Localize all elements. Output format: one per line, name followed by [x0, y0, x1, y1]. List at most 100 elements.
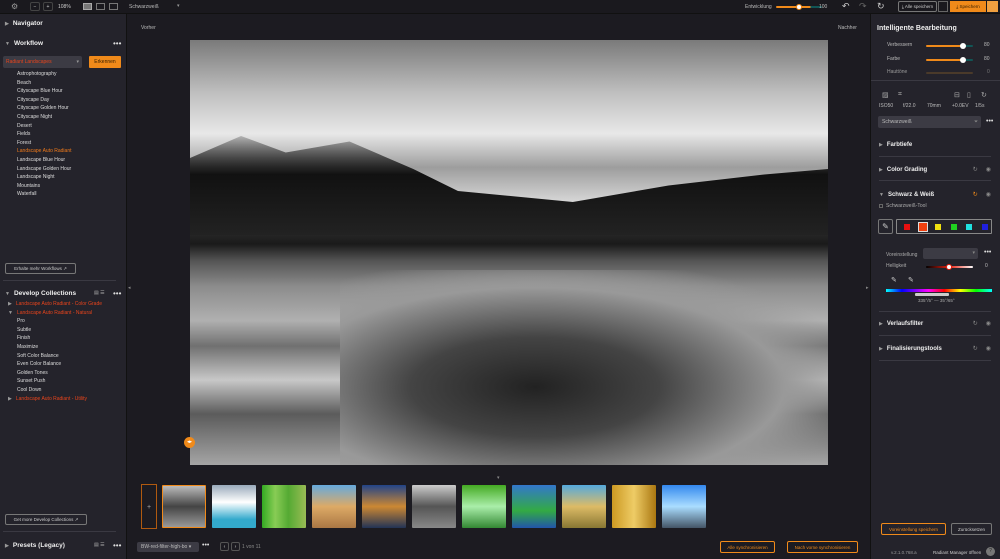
- save-button[interactable]: ⤓ Speichern: [950, 1, 986, 12]
- help-icon[interactable]: ?: [986, 547, 995, 556]
- workflow-item[interactable]: Beach: [0, 79, 127, 88]
- workflow-header[interactable]: ▼ Workflow: [5, 40, 43, 47]
- filmstrip-thumbnail[interactable]: [662, 485, 706, 528]
- hue-range-bar[interactable]: [886, 289, 992, 292]
- compare-handle-icon[interactable]: ◂▸: [184, 437, 195, 448]
- collection-item[interactable]: Golden Tones: [0, 369, 127, 378]
- swatch-yellow[interactable]: [935, 224, 941, 230]
- collection-group[interactable]: ▼ Landscape Auto Radiant - Natural: [0, 309, 127, 318]
- compare-view-icon[interactable]: [109, 3, 118, 10]
- eyedropper-button[interactable]: ✎: [878, 219, 893, 234]
- add-image-button[interactable]: +: [141, 484, 157, 529]
- split-view-icon[interactable]: [96, 3, 105, 10]
- single-view-icon[interactable]: [83, 3, 92, 10]
- undo-icon[interactable]: ↶: [842, 1, 850, 12]
- eye-icon[interactable]: ◉: [986, 345, 991, 352]
- look-select[interactable]: Schwarzweiß ⏷: [878, 116, 981, 128]
- more-icon[interactable]: •••: [113, 39, 121, 48]
- eyedropper-add-icon[interactable]: ✎: [891, 276, 897, 284]
- workflow-item[interactable]: Cityscape Golden Hour: [0, 104, 127, 113]
- reset-icon[interactable]: ↻: [973, 320, 978, 327]
- enhance-slider[interactable]: [926, 43, 973, 49]
- sync-all-button[interactable]: Alle synchronisieren: [720, 541, 775, 553]
- collapse-filmstrip-icon[interactable]: ▾: [497, 475, 500, 481]
- section-color-grading[interactable]: ▶ Color Grading ↻ ◉: [879, 164, 991, 175]
- collapse-right-icon[interactable]: ▸: [866, 285, 869, 291]
- section-color-depth[interactable]: ▶ Farbtiefe: [879, 139, 991, 150]
- hue-range-handle[interactable]: [915, 293, 949, 296]
- filmstrip-thumbnail[interactable]: [362, 485, 406, 528]
- development-slider[interactable]: [776, 4, 822, 10]
- collection-item[interactable]: Maximize: [0, 343, 127, 352]
- main-photo[interactable]: [190, 40, 828, 465]
- save-menu-icon[interactable]: [987, 1, 998, 12]
- eye-icon[interactable]: ◉: [986, 166, 991, 173]
- zoom-out-button[interactable]: −: [30, 2, 40, 11]
- workflow-item[interactable]: Desert: [0, 122, 127, 131]
- more-icon[interactable]: •••: [113, 541, 121, 550]
- reset-icon[interactable]: ↻: [973, 345, 978, 352]
- section-finishing-tools[interactable]: ▶ Finalisierungstools ↻ ◉: [879, 343, 991, 354]
- workflow-item[interactable]: Waterfall: [0, 190, 127, 199]
- filmstrip-thumbnail[interactable]: [262, 485, 306, 528]
- chevron-down-icon[interactable]: ▾: [177, 3, 180, 9]
- workflow-item[interactable]: Fields: [0, 130, 127, 139]
- workflow-item[interactable]: Cityscape Night: [0, 113, 127, 122]
- workflow-item-active[interactable]: Landscape Auto Radiant: [0, 147, 127, 156]
- save-preset-button[interactable]: Voreinstellung speichern: [881, 523, 946, 535]
- swatch-cyan[interactable]: [966, 224, 972, 230]
- grid-view-icon[interactable]: ▤ ☰: [94, 290, 105, 296]
- more-icon[interactable]: •••: [202, 542, 209, 549]
- collection-item[interactable]: Even Color Balance: [0, 360, 127, 369]
- filmstrip-thumbnail[interactable]: [312, 485, 356, 528]
- redo-icon[interactable]: ↷: [859, 1, 867, 12]
- swatch-green[interactable]: [951, 224, 957, 230]
- collection-group[interactable]: ▶ Landscape Auto Radiant - Color Grade: [0, 300, 127, 309]
- navigator-header[interactable]: ▶ Navigator: [5, 20, 43, 27]
- filmstrip-thumbnail[interactable]: [512, 485, 556, 528]
- eye-icon[interactable]: ◉: [986, 320, 991, 327]
- zoom-in-button[interactable]: +: [43, 2, 53, 11]
- bw-tool-checkbox[interactable]: [879, 204, 883, 208]
- preset-name-select[interactable]: BW-red-filter-high-bo ▾: [137, 542, 199, 552]
- next-page-button[interactable]: ›: [231, 542, 240, 551]
- crop-icon[interactable]: ⌗: [898, 91, 902, 99]
- presets-header[interactable]: ▶ Presets (Legacy): [5, 542, 65, 549]
- swatch-orange-selected[interactable]: [918, 222, 928, 232]
- save-options-icon[interactable]: [938, 1, 948, 12]
- previous-page-button[interactable]: ‹: [220, 542, 229, 551]
- reset-icon[interactable]: ↻: [877, 1, 885, 12]
- collection-item[interactable]: Sunset Push: [0, 377, 127, 386]
- collection-item[interactable]: Soft Color Balance: [0, 352, 127, 361]
- brightness-slider[interactable]: [926, 264, 973, 270]
- sync-previous-button[interactable]: Nach vorne synchronisieren: [787, 541, 858, 553]
- more-icon[interactable]: •••: [113, 289, 121, 298]
- color-slider[interactable]: [926, 57, 973, 63]
- collections-header[interactable]: ▼ Develop Collections: [5, 290, 76, 297]
- filmstrip-thumbnail[interactable]: [612, 485, 656, 528]
- workflow-item[interactable]: Cityscape Day: [0, 96, 127, 105]
- more-workflows-button[interactable]: Erhalte mehr Workflows ↗: [5, 263, 76, 274]
- workflow-item[interactable]: Landscape Blue Hour: [0, 156, 127, 165]
- collection-item[interactable]: Pro: [0, 317, 127, 326]
- filmstrip-thumbnail[interactable]: [462, 485, 506, 528]
- preset-dropdown[interactable]: Schwarzweiß: [129, 4, 159, 10]
- more-collections-button[interactable]: Get more Develop Collections ↗: [5, 514, 87, 525]
- reset-button[interactable]: Zurücksetzen: [951, 523, 992, 535]
- filmstrip-thumbnail-selected[interactable]: [162, 485, 206, 528]
- workflow-select[interactable]: Radiant Landscapes ▾: [3, 56, 82, 68]
- workflow-item[interactable]: Mountains: [0, 182, 127, 191]
- open-manager-link[interactable]: Radiant Manager öffnen: [933, 550, 981, 555]
- bw-preset-select[interactable]: ▾: [923, 248, 978, 259]
- eyedropper-subtract-icon[interactable]: ✎: [908, 276, 914, 284]
- grid-view-icon[interactable]: ▤ ☰: [94, 542, 105, 548]
- collection-item[interactable]: Cool Down: [0, 386, 127, 395]
- more-icon[interactable]: •••: [986, 118, 993, 125]
- workflow-item[interactable]: Astrophotography: [0, 70, 127, 79]
- swatch-red[interactable]: [904, 224, 910, 230]
- reset-icon[interactable]: ↻: [973, 166, 978, 173]
- filmstrip-thumbnail[interactable]: [212, 485, 256, 528]
- workflow-item[interactable]: Cityscape Blue Hour: [0, 87, 127, 96]
- reset-icon[interactable]: ↻: [973, 191, 978, 198]
- collapse-left-icon[interactable]: ◂: [128, 285, 131, 291]
